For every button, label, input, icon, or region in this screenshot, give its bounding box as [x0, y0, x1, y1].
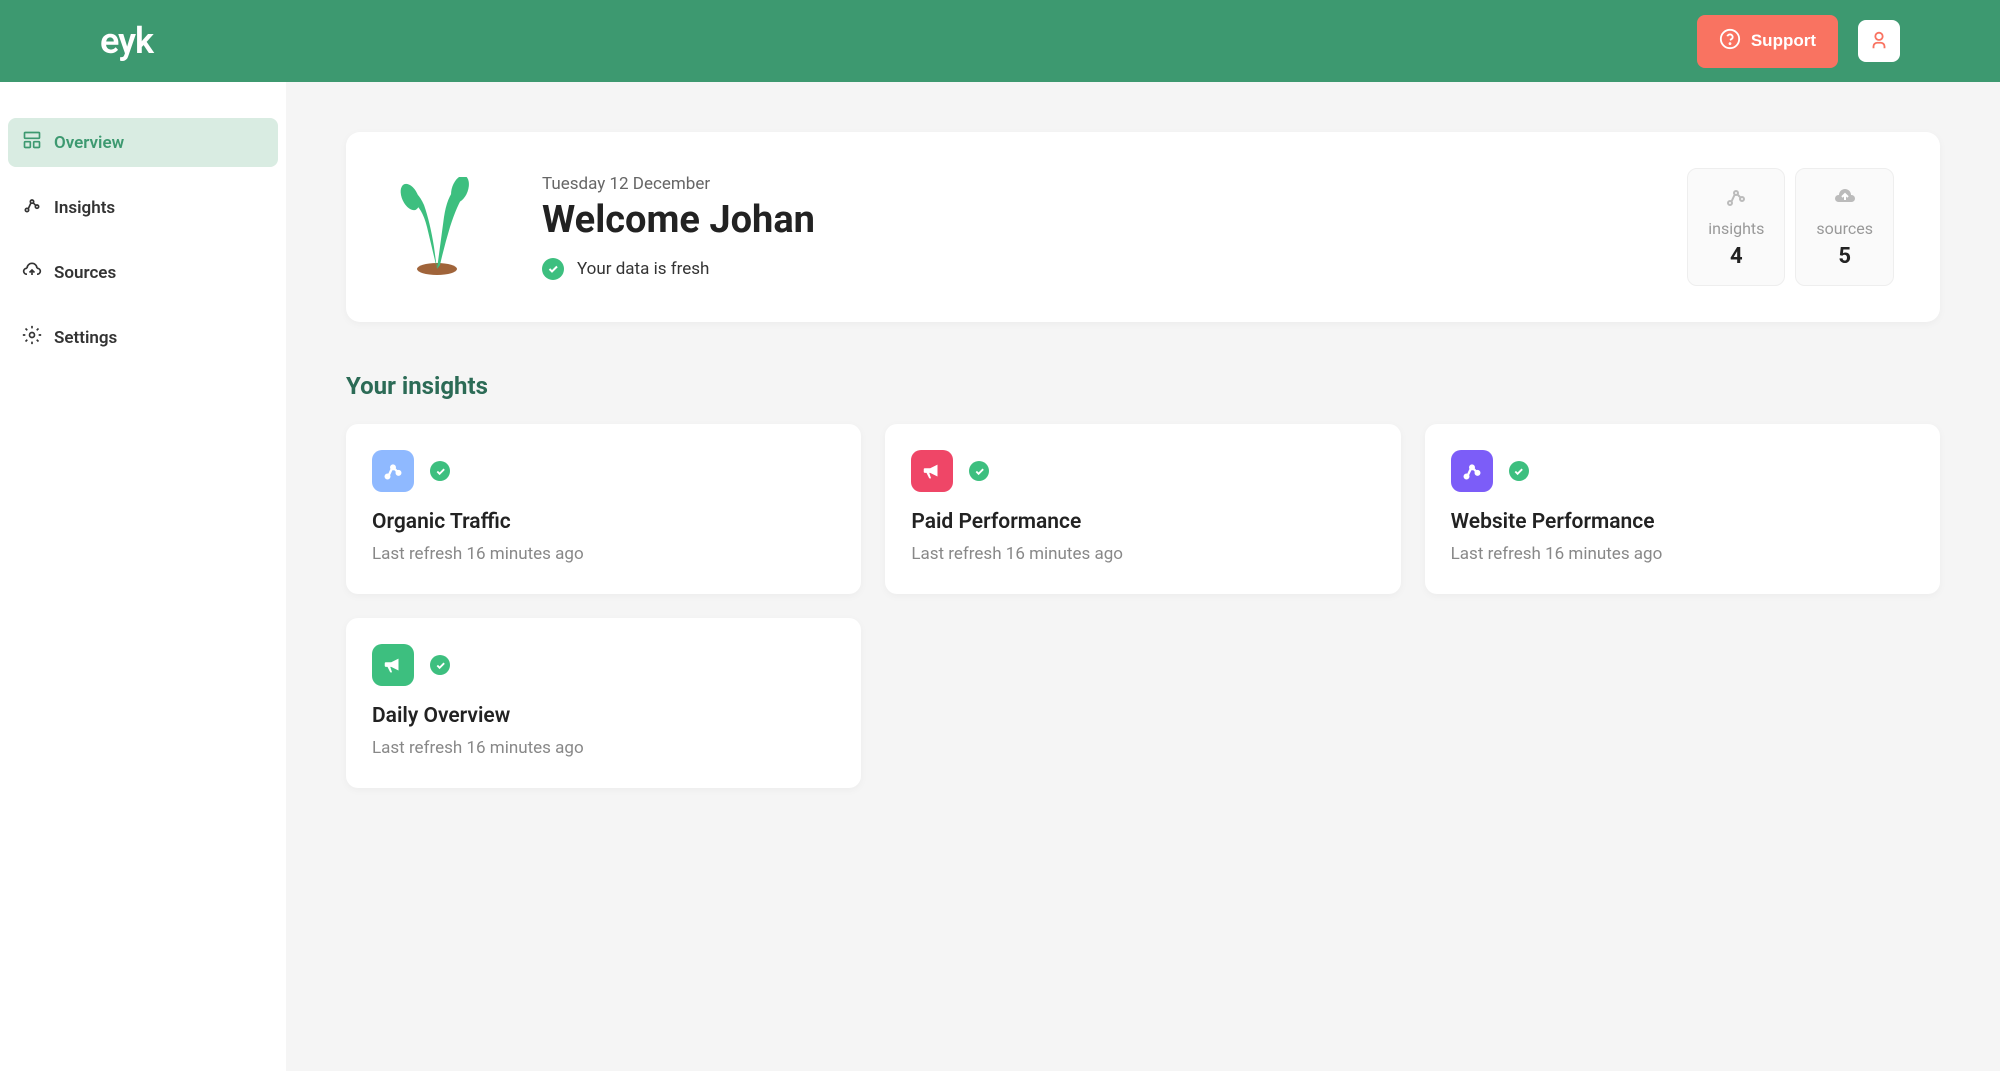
stat-value: 5 [1816, 244, 1873, 269]
sidebar-item-label: Settings [54, 328, 117, 348]
sources-stat-icon [1816, 185, 1873, 213]
insight-subtitle: Last refresh 16 minutes ago [372, 544, 835, 564]
check-icon [430, 655, 450, 675]
insights-stat-icon [1708, 185, 1764, 213]
status-text: Your data is fresh [577, 259, 709, 279]
sidebar-item-sources[interactable]: Sources [8, 248, 278, 297]
support-button[interactable]: Support [1697, 15, 1838, 68]
sidebar: Overview Insights Sources [0, 82, 286, 1071]
welcome-card: Tuesday 12 December Welcome Johan Your d… [346, 132, 1940, 322]
help-icon [1719, 28, 1741, 55]
support-label: Support [1751, 31, 1816, 51]
insight-title: Paid Performance [911, 510, 1374, 534]
sidebar-item-label: Insights [54, 198, 115, 218]
plant-illustration [392, 177, 482, 277]
sources-icon [22, 260, 42, 285]
insight-card[interactable]: Organic Traffic Last refresh 16 minutes … [346, 424, 861, 594]
stat-label: sources [1816, 219, 1873, 238]
logo: eyk [100, 20, 153, 62]
insight-title: Daily Overview [372, 704, 835, 728]
insight-card[interactable]: Daily Overview Last refresh 16 minutes a… [346, 618, 861, 788]
insight-card[interactable]: Website Performance Last refresh 16 minu… [1425, 424, 1940, 594]
stat-label: insights [1708, 219, 1764, 238]
date-text: Tuesday 12 December [542, 174, 1627, 194]
check-icon [969, 461, 989, 481]
insight-card[interactable]: Paid Performance Last refresh 16 minutes… [885, 424, 1400, 594]
stat-sources: sources 5 [1795, 168, 1894, 286]
insights-icon [22, 195, 42, 220]
data-fresh-status: Your data is fresh [542, 258, 1627, 280]
stat-insights: insights 4 [1687, 168, 1785, 286]
main-content: Tuesday 12 December Welcome Johan Your d… [286, 82, 2000, 1071]
sidebar-item-overview[interactable]: Overview [8, 118, 278, 167]
sidebar-item-label: Sources [54, 263, 116, 283]
check-icon [1509, 461, 1529, 481]
sidebar-item-label: Overview [54, 133, 124, 153]
welcome-title: Welcome Johan [542, 198, 1627, 242]
network-icon [372, 450, 414, 492]
user-icon [1868, 29, 1890, 54]
megaphone-icon [372, 644, 414, 686]
stat-value: 4 [1708, 244, 1764, 269]
overview-icon [22, 130, 42, 155]
insight-subtitle: Last refresh 16 minutes ago [372, 738, 835, 758]
sidebar-item-settings[interactable]: Settings [8, 313, 278, 362]
insight-subtitle: Last refresh 16 minutes ago [911, 544, 1374, 564]
insight-title: Organic Traffic [372, 510, 835, 534]
insight-subtitle: Last refresh 16 minutes ago [1451, 544, 1914, 564]
section-title: Your insights [346, 372, 1940, 400]
sidebar-item-insights[interactable]: Insights [8, 183, 278, 232]
gear-icon [22, 325, 42, 350]
user-button[interactable] [1858, 20, 1900, 62]
megaphone-icon [911, 450, 953, 492]
check-icon [542, 258, 564, 280]
insights-grid: Organic Traffic Last refresh 16 minutes … [346, 424, 1940, 788]
header: eyk Support [0, 0, 2000, 82]
check-icon [430, 461, 450, 481]
network-icon [1451, 450, 1493, 492]
insight-title: Website Performance [1451, 510, 1914, 534]
